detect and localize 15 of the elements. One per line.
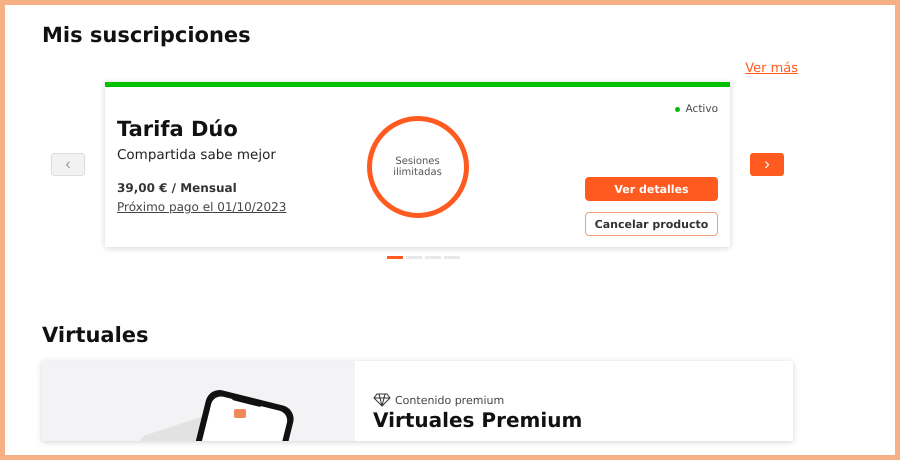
product-name: Virtuales Premium [373, 409, 582, 431]
details-button[interactable]: Ver detalles [585, 177, 718, 201]
premium-label: Contenido premium [395, 394, 504, 406]
cancel-button[interactable]: Cancelar producto [585, 212, 718, 236]
next-payment-text: Próximo pago el 01/10/2023 [117, 200, 288, 214]
section-title: Virtuales [42, 322, 150, 349]
next-button[interactable]: › [750, 153, 784, 176]
see-more-link[interactable]: Ver más [745, 61, 798, 76]
plan-name: Tarifa Dúo [117, 117, 239, 141]
sessions-circle: Sesiones ilimitadas [366, 116, 468, 218]
plan-tagline: Compartida sabe mejor [117, 147, 277, 163]
diamond-icon [373, 393, 391, 407]
plan-price: 39,00 € / Mensual [117, 181, 238, 195]
status-label: Activo [686, 103, 718, 115]
section-title: Mis suscripciones [42, 22, 252, 49]
